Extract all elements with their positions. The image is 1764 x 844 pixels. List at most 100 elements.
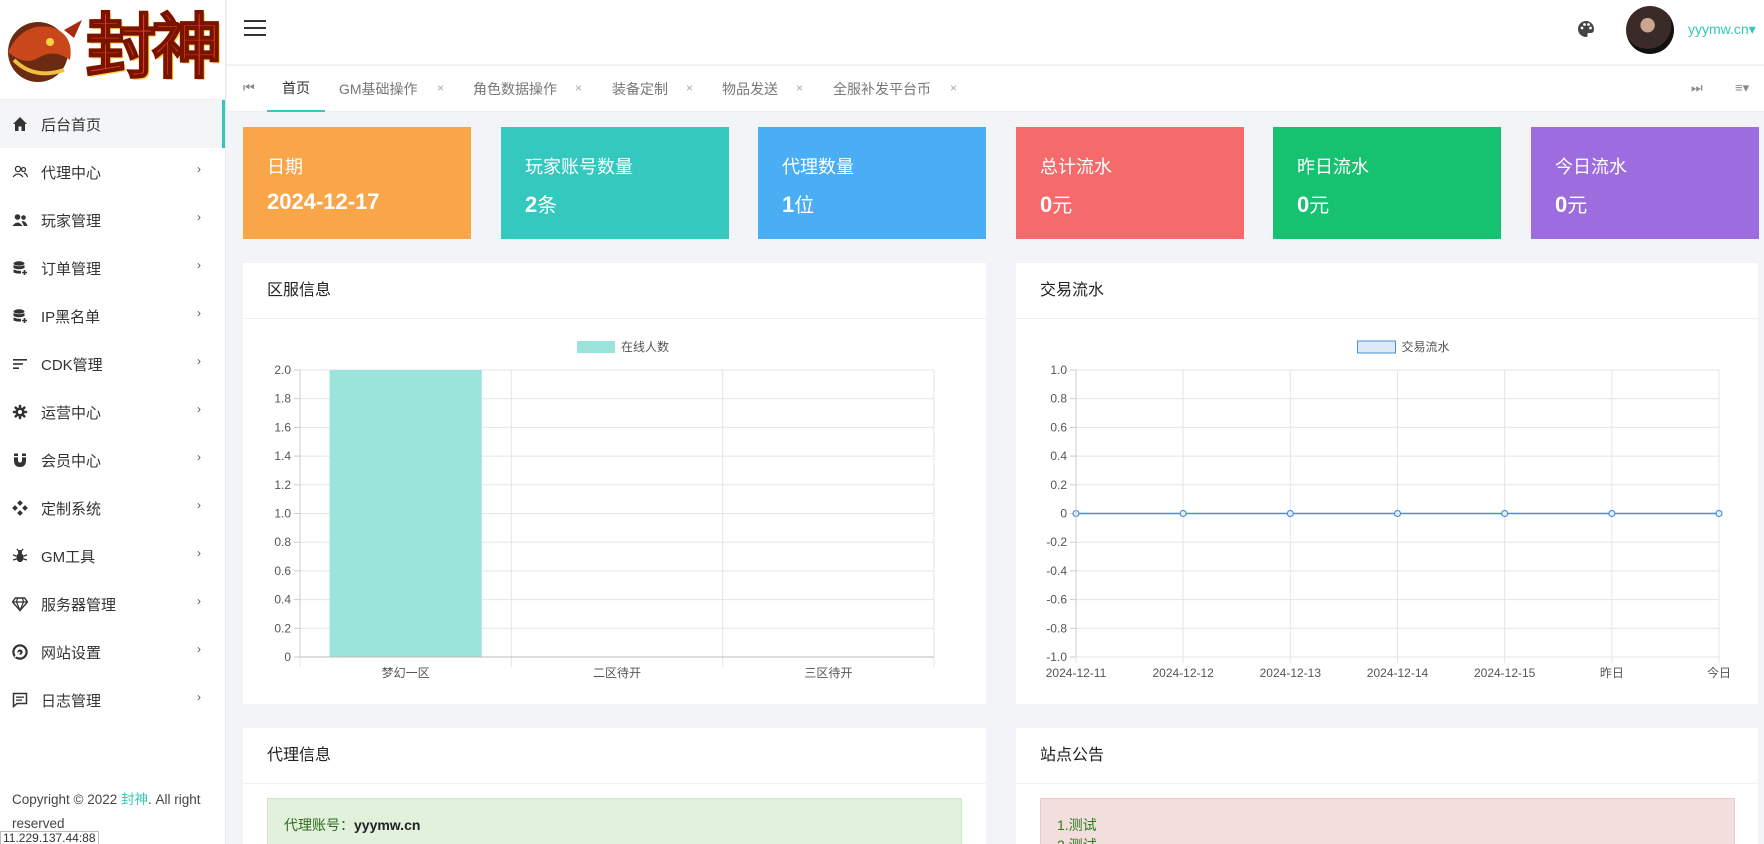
copyright-prefix: Copyright © 2022 bbox=[12, 792, 122, 807]
chevron-right-icon: › bbox=[197, 498, 201, 512]
stat-label: 日期 bbox=[267, 157, 303, 177]
avatar[interactable] bbox=[1626, 6, 1674, 54]
tabs-menu-icon[interactable]: ≡▾ bbox=[1735, 80, 1749, 96]
dragon-emblem-icon bbox=[8, 20, 82, 82]
sidebar-item-custom-system[interactable]: 定制系统 › bbox=[0, 484, 225, 532]
sidebar-item-gm-tools[interactable]: GM工具 › bbox=[0, 532, 225, 580]
top-bar: yyymw.cn▾ bbox=[227, 0, 1764, 64]
y-tick-label: 1.4 bbox=[274, 449, 291, 463]
stat-label: 昨日流水 bbox=[1297, 157, 1369, 177]
home-icon bbox=[12, 116, 28, 132]
sidebar-item-label: 玩家管理 bbox=[41, 212, 102, 230]
x-tick-label: 二区待开 bbox=[593, 666, 641, 680]
chevron-down-icon: ▾ bbox=[1748, 21, 1756, 37]
message-icon bbox=[12, 692, 28, 708]
tab-close-icon[interactable]: × bbox=[575, 81, 582, 95]
tab-server-reissue[interactable]: 全服补发平台币 bbox=[833, 66, 931, 112]
tab-equipment-custom[interactable]: 装备定制 bbox=[612, 66, 668, 112]
tab-label: GM基础操作 bbox=[339, 81, 418, 97]
x-tick-label: 2024-12-15 bbox=[1474, 666, 1536, 680]
sidebar-item-ip-blacklist[interactable]: IP黑名单 › bbox=[0, 292, 225, 340]
data-point bbox=[1608, 509, 1616, 518]
sidebar-item-order-management[interactable]: 订单管理 › bbox=[0, 244, 225, 292]
stat-label: 总计流水 bbox=[1040, 157, 1112, 177]
sidebar-item-label: 定制系统 bbox=[41, 500, 102, 518]
sidebar-item-label: 后台首页 bbox=[41, 116, 102, 134]
data-point bbox=[1501, 509, 1509, 518]
tab-close-icon[interactable]: × bbox=[950, 81, 957, 95]
chevron-right-icon: › bbox=[197, 210, 201, 224]
chevron-right-icon: › bbox=[197, 450, 201, 464]
bug-icon bbox=[12, 548, 28, 564]
logo[interactable]: 封神 bbox=[0, 0, 225, 100]
y-tick-label: 0.2 bbox=[274, 621, 291, 635]
sidebar-item-member-center[interactable]: 会员中心 › bbox=[0, 436, 225, 484]
magnet-icon bbox=[12, 452, 28, 468]
notice-line: 2.测试 bbox=[1057, 835, 1718, 844]
tab-label: 物品发送 bbox=[722, 81, 778, 97]
y-tick-label: -1.0 bbox=[1046, 650, 1067, 664]
sidebar-item-agent-center[interactable]: 代理中心 › bbox=[0, 148, 225, 196]
copyright-brand-link[interactable]: 封神 bbox=[121, 792, 148, 807]
legend-label: 交易流水 bbox=[1402, 339, 1450, 354]
legend-swatch bbox=[577, 341, 615, 353]
sidebar-item-site-settings[interactable]: 网站设置 › bbox=[0, 628, 225, 676]
sidebar-item-log-management[interactable]: 日志管理 › bbox=[0, 676, 225, 724]
tab-item-send[interactable]: 物品发送 bbox=[722, 66, 778, 112]
sidebar-item-player-management[interactable]: 玩家管理 › bbox=[0, 196, 225, 244]
panel-title: 交易流水 bbox=[1016, 263, 1758, 319]
y-tick-label: 0.6 bbox=[1050, 420, 1067, 434]
sidebar-item-label: GM工具 bbox=[41, 548, 96, 566]
data-point bbox=[1715, 509, 1723, 518]
sidebar-item-cdk-management[interactable]: CDK管理 › bbox=[0, 340, 225, 388]
trade-line-chart: 交易流水 -1.0 -0.8 -0.6 -0.4 -0.2 0 0.2 0.4 0.6 0.8 1.0… bbox=[1046, 339, 1731, 680]
tab-home[interactable]: 首页 bbox=[267, 66, 325, 112]
users-icon bbox=[12, 212, 28, 228]
chevron-right-icon: › bbox=[197, 258, 201, 272]
legend-swatch bbox=[1357, 340, 1396, 354]
chevron-right-icon: › bbox=[197, 162, 201, 176]
stat-value: 0元 bbox=[1297, 192, 1330, 217]
sidebar-item-dashboard[interactable]: 后台首页 bbox=[0, 100, 225, 148]
tab-close-icon[interactable]: × bbox=[796, 81, 803, 95]
palette-icon[interactable] bbox=[1576, 19, 1596, 39]
sort-lines-icon bbox=[12, 356, 28, 372]
y-tick-label: -0.8 bbox=[1046, 621, 1067, 635]
sidebar-item-operations-center[interactable]: 运营中心 › bbox=[0, 388, 225, 436]
sidebar-nav: 后台首页 代理中心 › 玩家管理 › 订单管理 › IP黑名单 › CDK管理 … bbox=[0, 100, 225, 724]
stat-value: 2条 bbox=[525, 192, 558, 217]
y-tick-label: 1.8 bbox=[274, 392, 291, 406]
tab-label: 全服补发平台币 bbox=[833, 81, 931, 97]
panel-title: 区服信息 bbox=[243, 263, 986, 319]
web-icon bbox=[12, 644, 28, 660]
stat-card-total-revenue: 总计流水 0元 bbox=[1016, 127, 1244, 239]
y-tick-label: 0.2 bbox=[1050, 478, 1067, 492]
sidebar: 封神 后台首页 代理中心 › 玩家管理 › 订单管理 › IP黑名单 › CDK… bbox=[0, 0, 226, 844]
x-tick-label: 今日 bbox=[1707, 665, 1731, 680]
tab-label: 角色数据操作 bbox=[473, 81, 557, 97]
hamburger-icon[interactable] bbox=[244, 20, 266, 38]
legend-label: 在线人数 bbox=[621, 339, 669, 354]
agent-info-box: 代理账号：yyymw.cn bbox=[267, 798, 962, 844]
tab-close-icon[interactable]: × bbox=[686, 81, 693, 95]
tab-role-data[interactable]: 角色数据操作 bbox=[473, 66, 557, 112]
stat-card-yesterday-revenue: 昨日流水 0元 bbox=[1273, 127, 1501, 239]
tab-label: 首页 bbox=[282, 80, 310, 96]
sidebar-item-label: IP黑名单 bbox=[41, 308, 101, 326]
bar bbox=[329, 370, 482, 657]
tab-close-icon[interactable]: × bbox=[437, 81, 444, 95]
panel-site-notice: 站点公告 1.测试 2.测试 bbox=[1016, 728, 1758, 844]
tabs-scroll-first-icon[interactable]: ⏮ bbox=[243, 80, 255, 96]
tabs-scroll-last-icon[interactable]: ⏭ bbox=[1691, 80, 1703, 96]
stat-card-agents: 代理数量 1位 bbox=[758, 127, 986, 239]
tab-gm-basic[interactable]: GM基础操作 bbox=[339, 66, 418, 112]
stat-value: 0元 bbox=[1555, 192, 1588, 217]
x-tick-label: 2024-12-12 bbox=[1152, 666, 1214, 680]
y-tick-label: 1.6 bbox=[274, 420, 291, 434]
copyright: Copyright © 2022 封神. All right reserved bbox=[12, 788, 212, 836]
x-tick-label: 2024-12-14 bbox=[1367, 666, 1429, 680]
stat-card-date: 日期 2024-12-17 bbox=[243, 127, 471, 239]
user-menu[interactable]: yyymw.cn▾ bbox=[1688, 21, 1756, 38]
sidebar-item-server-management[interactable]: 服务器管理 › bbox=[0, 580, 225, 628]
stat-value: 2024-12-17 bbox=[267, 189, 380, 214]
